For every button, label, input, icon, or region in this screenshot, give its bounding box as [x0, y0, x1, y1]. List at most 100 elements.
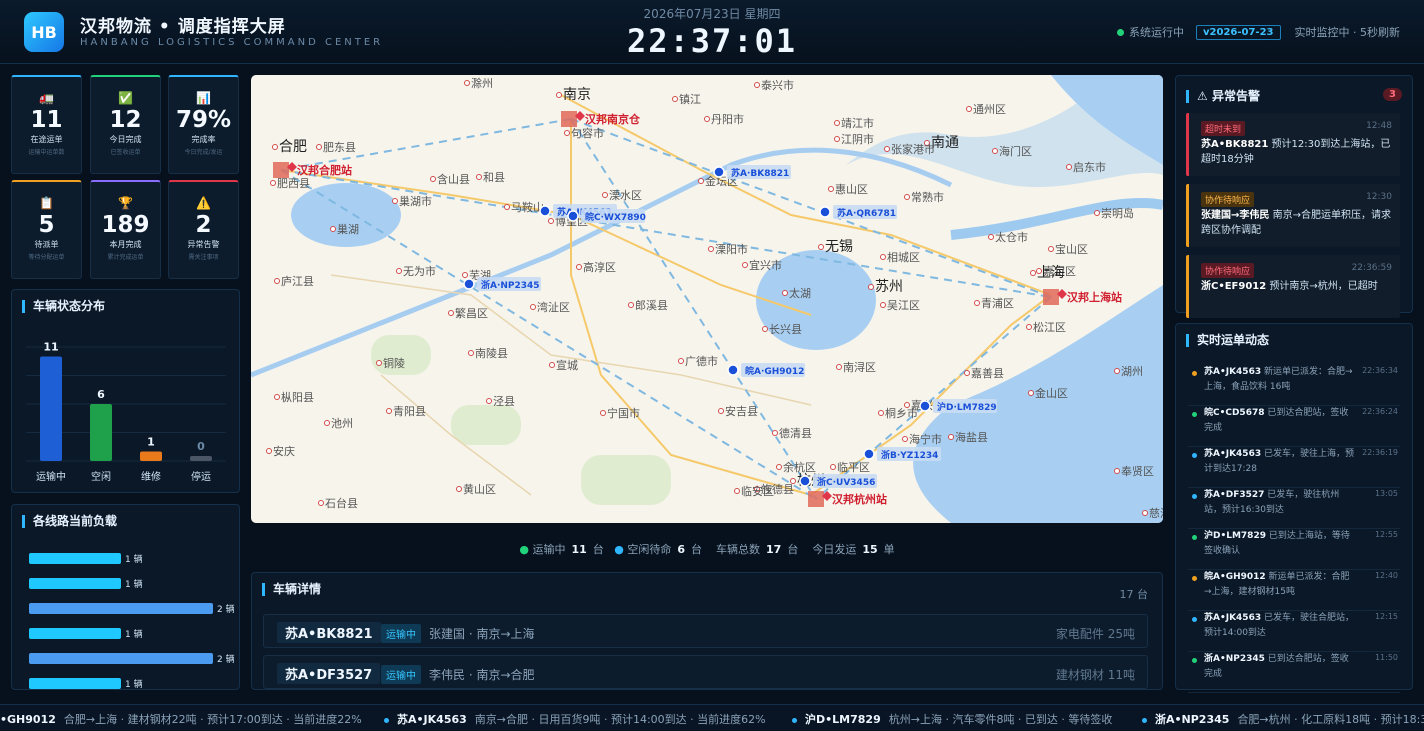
city-dot [318, 500, 324, 506]
vehicle-row[interactable]: 苏A•BK8821 运输中 张建国 · 南京→上海 家电配件 25吨 [263, 614, 1148, 648]
bar-value: 0 [197, 440, 205, 453]
vehicle-row[interactable]: 苏A•DF3527 运输中 李伟民 · 南京→合肥 建材钢材 11吨 [263, 655, 1148, 689]
city-label: 镇江 [679, 92, 701, 106]
vehicle-label: 沪D·LM7829 [937, 401, 997, 413]
city-label: 启东市 [1073, 160, 1106, 174]
city-label: 相城区 [887, 251, 920, 264]
city-dot [266, 448, 272, 454]
status-text: 系统运行中 [1129, 26, 1185, 39]
dispatch-map[interactable]: 滁州 南京 镇江 泰兴市 通州区 合肥 肥东县 句容市 丹阳市 靖江市 江阴市 南通 海门区 启东市 肥西县… [251, 75, 1163, 523]
feed-item: 苏A•JK4563 已发车，驶往合肥站，预计14:00到达 12:15 [1188, 611, 1400, 652]
city-dot [902, 436, 908, 442]
kpi-value: 11 [30, 107, 63, 133]
plate-number: 苏A•BK8821 [277, 622, 381, 643]
hub-label: 汉邦合肥站 [297, 163, 352, 177]
city-dot [988, 234, 994, 240]
alert-card[interactable]: 超时未到 12:48 苏A•BK8821 预计12:30到达上海站，已超时18分钟 [1186, 113, 1400, 176]
kpi-value: 2 [195, 212, 212, 238]
city-label: 句容市 [571, 126, 604, 140]
truck-icon: 🚛 [39, 91, 54, 105]
city-dot [884, 146, 890, 152]
kpi-card: 🚛 11 在途运单 运输中运单数 [11, 75, 82, 174]
city-dot [672, 96, 678, 102]
status-dot-icon [1192, 658, 1197, 663]
city-label: 长兴县 [769, 323, 802, 336]
alert-time: 12:30 [1366, 192, 1392, 202]
city-dot [948, 434, 954, 440]
load-bar [29, 603, 213, 614]
city-label: 德清县 [779, 426, 812, 440]
city-dot [782, 290, 788, 296]
feed-time: 12:15 [1374, 612, 1398, 621]
city-label: 临安区 [741, 484, 774, 498]
load-label: 1 辆 [125, 553, 143, 565]
city-label: 枞阳县 [281, 391, 314, 404]
city-dot [530, 304, 536, 310]
city-dot [1026, 324, 1032, 330]
city-label: 海门区 [999, 144, 1032, 158]
kpi-label: 待派单 [34, 240, 59, 249]
city-label: 南陵县 [475, 347, 508, 360]
warning-triangle-icon: ⚠ [1197, 89, 1212, 103]
date-label: 2026年07月23日 星期四 [643, 7, 781, 21]
city-label: 慈溪市 [1149, 506, 1163, 520]
city-dot [476, 174, 482, 180]
ticker-item: 浙A•NP2345 合肥→杭州 · 化工原料18吨 · 预计18:30 [1142, 711, 1424, 727]
city-dot [834, 120, 840, 126]
city-dot [966, 106, 972, 112]
city-label: 通州区 [973, 103, 1006, 116]
city-dot [564, 130, 570, 136]
city-dot [386, 408, 392, 414]
vehicle-label: 浙B·YZ1234 [881, 449, 938, 461]
city-dot [330, 226, 336, 232]
feed-text: 苏A•JK4563 已发车，驶往上海，预计到达17:28 [1204, 449, 1354, 474]
hub-marker [561, 111, 577, 127]
city-label: 桐乡市 [885, 406, 918, 420]
kpi-label: 异常告警 [187, 240, 220, 249]
alert-text: 浙C•EF9012 预计南京→杭州，已超时 [1201, 281, 1378, 292]
feed-text: 苏A•JK4563 新运单已派发：合肥→上海，食品饮料 16吨 [1204, 367, 1353, 392]
load-bar [29, 578, 121, 589]
status-dot-icon [1192, 412, 1197, 417]
vehicle-status-chart: 11 运输中 6 空闲 1 维修 0 停运 [26, 341, 226, 483]
hub-label: 汉邦上海站 [1067, 290, 1122, 304]
map-canvas: 滁州南京 镇江 泰兴市通州区合肥 肥东县 句容市 丹阳市 靖江市江阴市 南通海门区启东市肥西县… [251, 75, 1163, 523]
hub-label: 汉邦杭州站 [832, 492, 887, 506]
vehicle-marker [727, 364, 739, 376]
city-dot [698, 178, 704, 184]
city-label: 石台县 [325, 496, 358, 510]
city-label: 靖江市 [841, 116, 874, 130]
alert-card[interactable]: 协作待响应 22:36:59 浙C•EF9012 预计南京→杭州，已超时 [1186, 255, 1400, 318]
hub-marker [1043, 289, 1059, 305]
city-dot [602, 192, 608, 198]
city-label: 巢湖 [337, 223, 359, 236]
city-label: 余杭区 [783, 460, 816, 474]
city-label: 上海 [1037, 265, 1065, 281]
city-label: 肥东县 [323, 141, 356, 154]
city-dot [1066, 164, 1072, 170]
refresh-text: 实时监控中 · 5秒刷新 [1294, 26, 1401, 39]
vehicle-marker [713, 166, 725, 178]
city-label: 宁国市 [607, 406, 640, 420]
kpi-card: 🏆 189 本月完成 累计完成运单 [90, 180, 161, 279]
feed-item: 浙A•NP2345 已到达合肥站，签收完成 11:50 [1188, 652, 1400, 693]
city-dot [1094, 210, 1100, 216]
city-dot [600, 410, 606, 416]
city-dot [549, 362, 555, 368]
kpi-card: ✅ 12 今日完成 已签收运单 [90, 75, 161, 174]
city-dot [678, 358, 684, 364]
city-dot [504, 204, 510, 210]
load-label: 2 辆 [217, 653, 235, 665]
city-dot [576, 264, 582, 270]
alert-text: 苏A•BK8821 预计12:30到达上海站，已超时18分钟 [1201, 139, 1391, 165]
alert-card[interactable]: 协作待响应 12:30 张建国→李伟民 南京→合肥运单积压，请求跨区协作调配 [1186, 184, 1400, 247]
city-label: 丹阳市 [711, 112, 744, 126]
city-dot [464, 80, 470, 86]
status-badge: 运输中 [381, 665, 421, 684]
city-label: 嘉善县 [971, 366, 1004, 380]
alert-tag: 协作待响应 [1201, 192, 1255, 207]
city-label: 泰兴市 [761, 78, 794, 92]
city-label: 滁州 [471, 76, 493, 90]
bullet-icon [384, 717, 389, 723]
kpi-label: 今日完成 [109, 135, 142, 144]
